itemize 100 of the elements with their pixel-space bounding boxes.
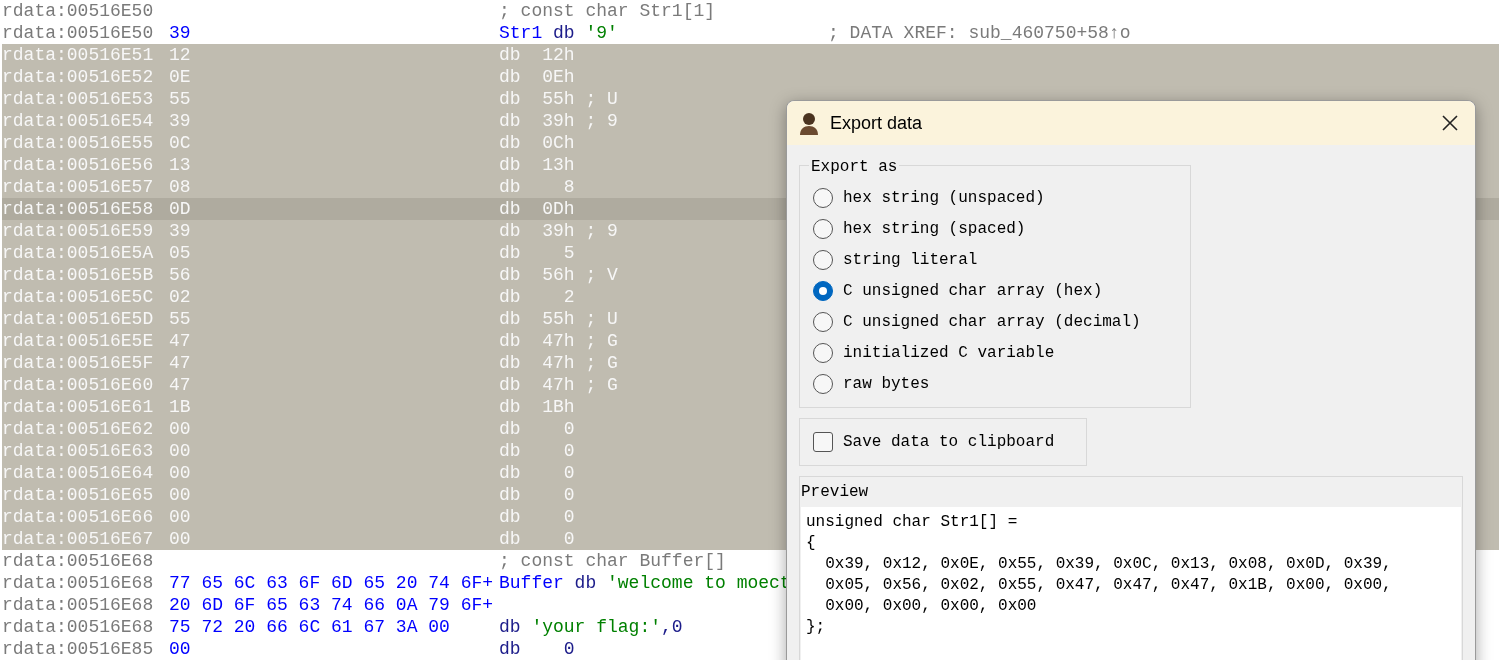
address: rdata:00516E53 [2,88,155,110]
address: rdata:00516E5A [2,242,155,264]
hex-bytes: 00 [169,506,191,528]
operand: 1Bh [542,396,575,418]
dialog-title: Export data [830,111,923,135]
operand: 47h [542,374,575,396]
radio-label: string literal [843,249,978,271]
address: rdata:00516E50 [2,22,155,44]
hex-bytes: 56 [169,264,191,286]
directive: db [499,308,521,330]
hex-bytes: 00 [169,638,191,660]
hex-bytes: 02 [169,286,191,308]
hex-bytes: 00 [169,462,191,484]
address: rdata:00516E85 [2,638,155,660]
directive: db [499,44,521,66]
operand: 0Eh [542,66,575,88]
xref-comment: ; DATA XREF: sub_460750+58↑o [828,22,1131,44]
operand: 0 [563,462,575,484]
radio-button[interactable] [813,187,833,208]
directive: db [499,638,521,660]
address: rdata:00516E65 [2,484,155,506]
address: rdata:00516E66 [2,506,155,528]
comment: ; 9 [585,220,618,242]
operand: 0 [563,484,575,506]
radio-label: hex string (unspaced) [843,187,1045,209]
address: rdata:00516E60 [2,374,155,396]
operand: 0 [563,638,575,660]
hex-bytes: 47 [169,352,191,374]
hex-bytes: 12 [169,44,191,66]
address: rdata:00516E63 [2,440,155,462]
radio-button[interactable] [813,280,833,301]
address: rdata:00516E58 [2,198,155,220]
code-line: 0x39, 0x12, 0x0E, 0x55, 0x39, 0x0C, 0x13, 0x08, 0x0D, 0x39, [824,554,1393,575]
radio-label: C unsigned char array (decimal) [843,311,1141,333]
hex-bytes: 0C [169,132,191,154]
hex-bytes: 55 [169,308,191,330]
directive: db [499,198,521,220]
directive: db [499,440,521,462]
radio-label: C unsigned char array (hex) [843,280,1103,302]
code-line: }; [806,617,827,638]
code-line: { [806,533,817,554]
radio-button[interactable] [813,342,833,363]
radio-label: raw bytes [843,373,930,395]
comment: ; U [585,308,618,330]
hex-bytes: 05 [169,242,191,264]
hex-bytes: 47 [169,330,191,352]
hex-bytes: 75 72 20 66 6C 61 67 3A 00 [169,616,450,638]
checkbox[interactable] [813,432,833,452]
directive: db [499,418,521,440]
operand: 5 [563,242,575,264]
address: rdata:00516E64 [2,462,155,484]
operand: 13h [542,154,575,176]
address: rdata:00516E51 [2,44,155,66]
radio-button[interactable] [813,373,833,394]
operand: 'your flag:' [531,616,662,638]
directive: db [499,154,521,176]
operand: 39h [542,110,575,132]
hex-bytes: 39 [169,110,191,132]
directive: db [499,352,521,374]
operand: 0Ch [542,132,575,154]
directive: db [499,264,521,286]
operand: 55h [542,308,575,330]
address: rdata:00516E62 [2,418,155,440]
address: rdata:00516E68 [2,550,155,572]
code-line: 0x00, 0x00, 0x00, 0x00 [824,596,1038,617]
directive: db [499,110,521,132]
comment: ; const char Buffer[] [499,550,726,572]
directive: db [499,66,521,88]
close-icon [1441,114,1459,132]
hex-bytes: 0E [169,66,191,88]
radio-button[interactable] [813,311,833,332]
directive: db [499,462,521,484]
directive: db [499,616,521,638]
radio-label: initialized C variable [843,342,1055,364]
directive: db [499,330,521,352]
hex-bytes: 00 [169,528,191,550]
directive: db [499,220,521,242]
operand: ,0 [661,616,683,638]
radio-button[interactable] [813,218,833,239]
address: rdata:00516E5E [2,330,155,352]
directive: db [574,572,597,594]
operand: 56h [542,264,575,286]
address: rdata:00516E5C [2,286,155,308]
hex-bytes: 13 [169,154,191,176]
directive: db [499,176,521,198]
operand: 12h [542,44,575,66]
operand: 0 [563,528,575,550]
address: rdata:00516E57 [2,176,155,198]
operand: 2 [563,286,575,308]
operand: '9' [585,22,618,44]
label-name: Str1 [499,22,543,44]
operand: 47h [542,352,575,374]
comment: ; V [585,264,618,286]
hex-bytes: 1B [169,396,191,418]
operand: 'welcome to moect [607,572,791,594]
hex-bytes: 00 [169,484,191,506]
comment: ; G [585,330,618,352]
hex-bytes: 00 [169,418,191,440]
comment: ; 9 [585,110,618,132]
radio-button[interactable] [813,249,833,270]
